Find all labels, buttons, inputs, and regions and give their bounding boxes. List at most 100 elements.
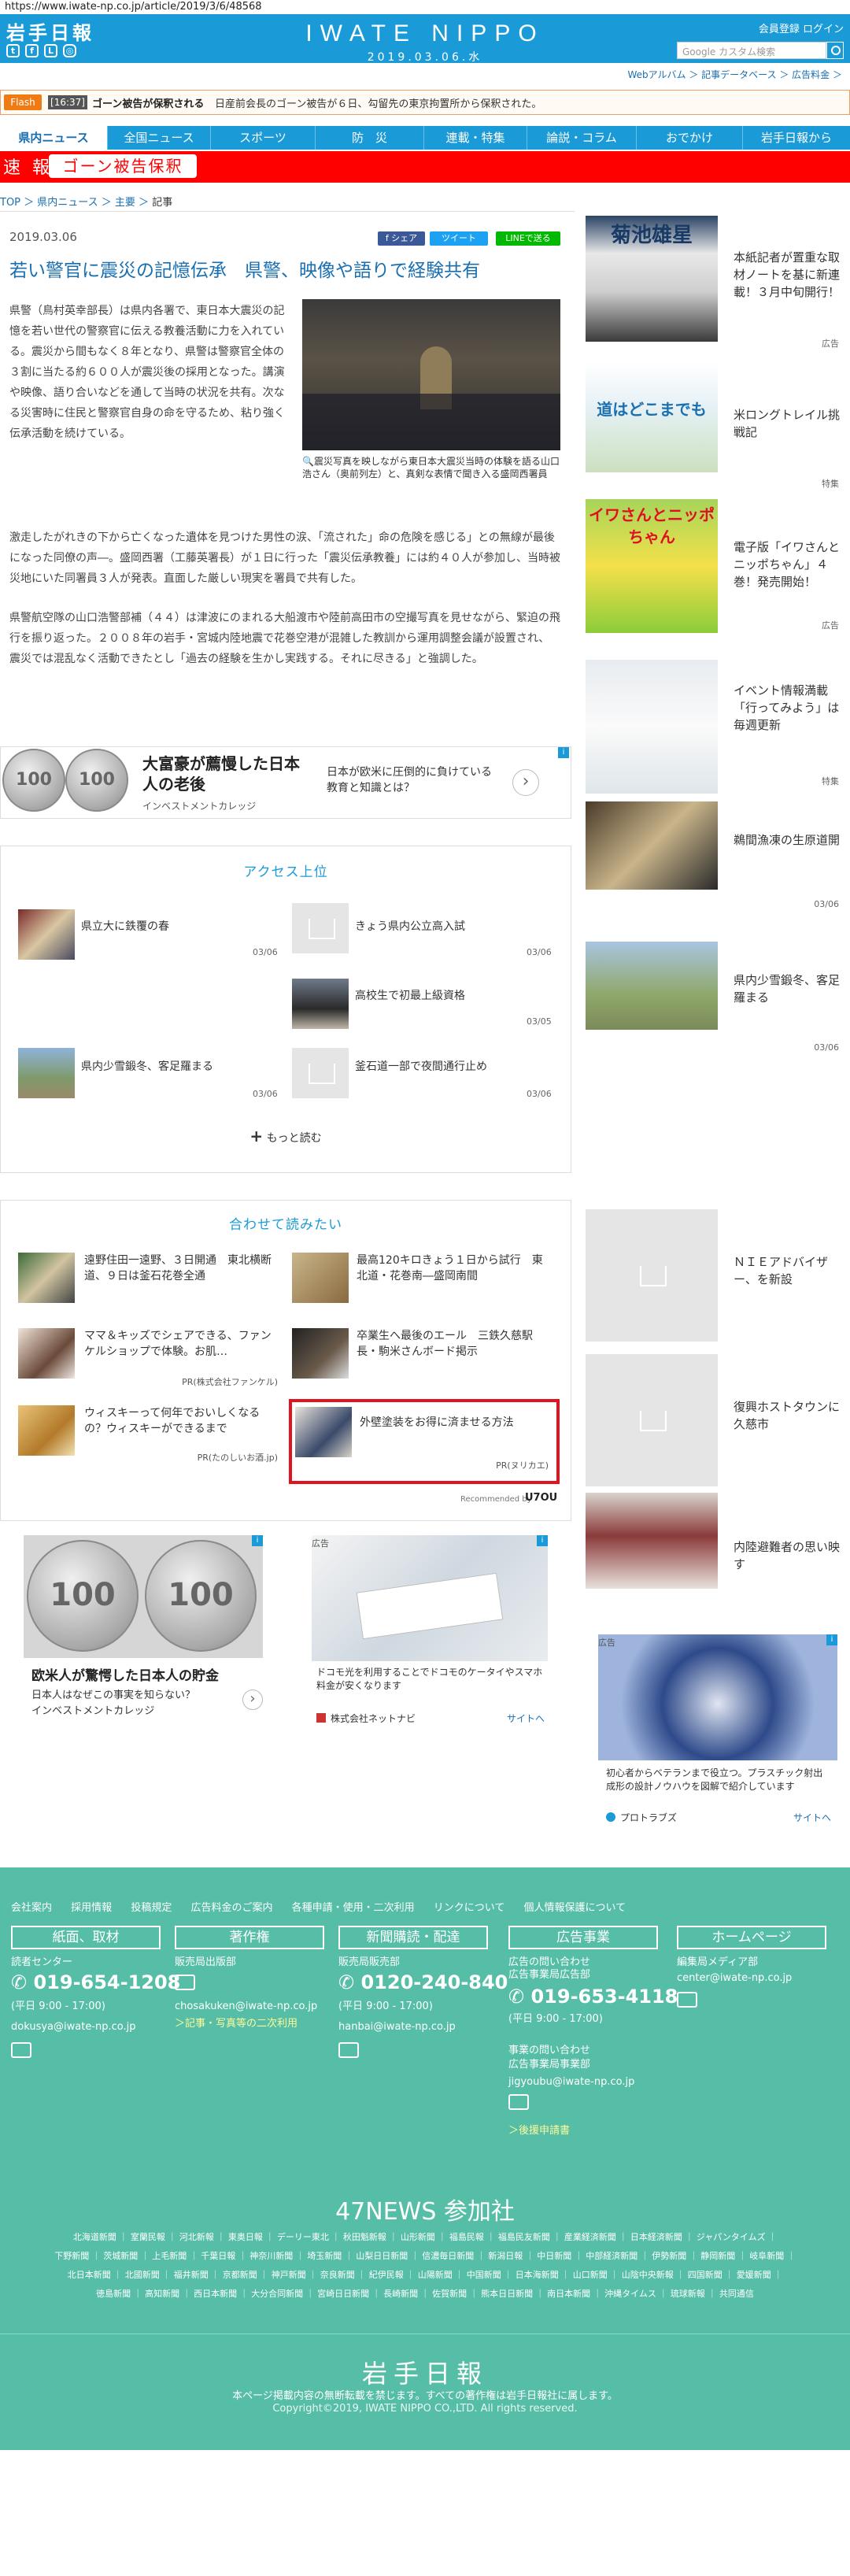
- mail-icon[interactable]: [508, 2094, 529, 2110]
- footer-link-company[interactable]: 会社案内: [11, 1902, 52, 1914]
- ranking-item-5[interactable]: 釜石道一部で夜間通行止め: [355, 1059, 487, 1075]
- recommend-item-6[interactable]: 外壁塗装をお得に済ませる方法: [360, 1415, 549, 1430]
- recommend-thumb-5[interactable]: [18, 1405, 75, 1456]
- mail-icon[interactable]: [11, 2042, 31, 2058]
- sidebar-thumb-8[interactable]: [586, 1354, 718, 1486]
- footer-link-linking[interactable]: リンクについて: [434, 1902, 505, 1914]
- sidebar-thumb-6[interactable]: [586, 942, 718, 1030]
- recommend-thumb-3[interactable]: [18, 1328, 75, 1379]
- ranking-thumb-4[interactable]: [18, 1048, 75, 1098]
- ranking-item-3[interactable]: 高校生で初最上級資格: [355, 988, 465, 1004]
- recommend-item-1[interactable]: 遠野住田一遠野、３日開通 東北横断道、９日は釜石花巻全通: [84, 1253, 281, 1284]
- nav-item-disaster[interactable]: 防 災: [315, 126, 423, 150]
- ranking-item-1[interactable]: 県立大に鉄覆の春: [81, 919, 169, 935]
- reader-center-phone[interactable]: ✆ 019-654-1208: [11, 1971, 180, 1993]
- papers-row-2[interactable]: 下野新聞 ｜ 茨城新聞 ｜ 上毛新聞 ｜ 千葉日報 ｜ 神奈川新聞 ｜ 埼玉新聞…: [0, 2247, 850, 2266]
- nav-item-sports[interactable]: スポーツ: [210, 126, 315, 150]
- sidebar-thumb-4[interactable]: [586, 660, 718, 794]
- recommend-thumb-6[interactable]: [295, 1407, 352, 1457]
- recommend-thumb-4[interactable]: [292, 1328, 349, 1379]
- nav-item-national[interactable]: 全国ニュース: [107, 126, 210, 150]
- account-links[interactable]: 会員登録 ログイン: [759, 20, 844, 35]
- adchoices-icon[interactable]: i: [826, 1634, 837, 1645]
- nav-item-outing[interactable]: おでかけ: [636, 126, 742, 150]
- adchoices-icon[interactable]: i: [558, 747, 569, 758]
- line-share-button[interactable]: LINEで送る: [496, 231, 560, 246]
- sidebar-item-5[interactable]: 鵜間漁凍の生原道開: [734, 831, 844, 849]
- search-input[interactable]: Google カスタム検索: [677, 42, 826, 59]
- sidebar-item-4[interactable]: イベント情報満載「行ってみよう」は毎週更新: [734, 682, 844, 734]
- footer-link-recruit[interactable]: 採用情報: [71, 1902, 112, 1914]
- sidebar-item-8[interactable]: 復興ホストタウンに久慈市: [734, 1398, 844, 1433]
- ad-banner-2[interactable]: 100 100 i 欧米人が驚愕した日本人の貯金 日本人はなぜこの事実を知らない…: [24, 1535, 263, 1734]
- tweet-button[interactable]: ツイート: [430, 231, 488, 246]
- ad3-link[interactable]: サイトへ: [507, 1712, 545, 1725]
- ad2-arrow-button[interactable]: ›: [242, 1690, 263, 1710]
- footer-link-ad-rates[interactable]: 広告料金のご案内: [190, 1902, 272, 1914]
- nav-item-series[interactable]: 連載・特集: [423, 126, 527, 150]
- recommend-thumb-2[interactable]: [292, 1253, 349, 1303]
- footer-link-applications[interactable]: 各種申請・使用・二次利用: [292, 1902, 415, 1914]
- sidebar-item-7[interactable]: ＮＩＥアドバイザー、を新設: [734, 1253, 844, 1288]
- nav-item-local[interactable]: 県内ニュース: [0, 126, 107, 150]
- footer-links[interactable]: 会社案内 採用情報 投稿規定 広告料金のご案内 各種申請・使用・二次利用 リンク…: [11, 1899, 626, 1914]
- nav-item-from-nippo[interactable]: 岩手日報から: [742, 126, 850, 150]
- ranking-item-2[interactable]: きょう県内公立高入試: [355, 919, 465, 935]
- uzou-logo[interactable]: U7OU: [525, 1492, 557, 1504]
- sidebar-item-3[interactable]: 電子版「イワさんとニッポちゃん」４巻！発売開始！: [734, 539, 844, 590]
- ad-headline[interactable]: 大富豪が薦慢した日本人の老後: [142, 753, 300, 794]
- breadcrumb-local[interactable]: 県内ニュース: [37, 197, 98, 209]
- papers-row-1[interactable]: 北海道新聞 ｜ 室蘭民報 ｜ 河北新報 ｜ 東奥日報 ｜ デーリー東北 ｜ 秋田…: [0, 2228, 850, 2247]
- sidebar-thumb-7[interactable]: [586, 1209, 718, 1342]
- search-icon[interactable]: [826, 42, 844, 59]
- breadcrumb-main[interactable]: 主要: [115, 197, 135, 209]
- sidebar-item-9[interactable]: 内陸避難者の思い映す: [734, 1538, 844, 1573]
- sidebar-item-2[interactable]: 米ロングトレイル挑戦記: [734, 406, 844, 441]
- mail-icon[interactable]: [338, 2042, 359, 2058]
- ad-phone[interactable]: ✆ 019-653-4118: [508, 1986, 678, 2008]
- sales-phone[interactable]: ✆ 0120-240-840: [338, 1971, 508, 1993]
- sidebar-thumb-1[interactable]: 菊池雄星: [586, 216, 718, 342]
- sidebar-item-1[interactable]: 本紙記者が置重な取材ノートを基に新連載！３月中旬開行！: [734, 249, 844, 301]
- media-dept-email[interactable]: center@iwate-np.co.jp: [677, 1971, 792, 1986]
- ad-arrow-button[interactable]: ›: [512, 769, 539, 796]
- ranking-item-4[interactable]: 県内少雪鍛冬、客足羅まる: [81, 1059, 213, 1075]
- ranking-thumb-5[interactable]: [292, 1048, 349, 1098]
- ranking-thumb-1[interactable]: [18, 909, 75, 960]
- sidebar-thumb-5[interactable]: [586, 801, 718, 890]
- sponsorship-link[interactable]: ＞後援申請書: [508, 2124, 570, 2138]
- recommend-item-3[interactable]: ママ＆キッズでシェアできる、ファンケルショップで体験。お肌…: [84, 1328, 281, 1360]
- sub-links[interactable]: Webアルバム ＞ 記事データベース ＞ 広告料金 ＞: [627, 68, 842, 81]
- flash-news[interactable]: Flash [16:37] ゴーン被告が保釈される 日産前会長のゴーン被告が６日…: [0, 90, 850, 115]
- copyright-email[interactable]: chosakuken@iwate-np.co.jp: [175, 2000, 317, 2014]
- breaking-headline[interactable]: ゴーン被告保釈: [49, 154, 197, 178]
- mail-icon[interactable]: [175, 1975, 195, 1990]
- recommend-highlight-box[interactable]: 外壁塗装をお得に済ませる方法 PR(ヌリカエ): [289, 1399, 560, 1484]
- member-papers[interactable]: 北海道新聞 ｜ 室蘭民報 ｜ 河北新報 ｜ 東奥日報 ｜ デーリー東北 ｜ 秋田…: [0, 2228, 850, 2304]
- adchoices-icon[interactable]: i: [537, 1535, 548, 1546]
- event-email[interactable]: jigyoubu@iwate-np.co.jp: [508, 2075, 634, 2089]
- footer-logo[interactable]: 岩手日報: [0, 2354, 850, 2390]
- footer-link-privacy[interactable]: 個人情報保護について: [524, 1902, 626, 1914]
- ad-banner-4[interactable]: 広告 i 初心者からベテランまで役立つ。プラスチック射出成形の設計ノウハウを図解…: [598, 1634, 837, 1831]
- recommend-item-2[interactable]: 最高120キロきょう１日から試行 東北道・花巻南―盛岡南間: [357, 1253, 553, 1284]
- sidebar-thumb-3[interactable]: イワさんとニッポちゃん: [586, 499, 718, 633]
- more-link[interactable]: + もっと読む: [1, 1127, 571, 1146]
- facebook-share-button[interactable]: f シェア: [378, 231, 425, 246]
- recommend-thumb-1[interactable]: [18, 1253, 75, 1303]
- flash-headline[interactable]: ゴーン被告が保釈される: [92, 95, 204, 110]
- reader-center-email[interactable]: dokusya@iwate-np.co.jp: [11, 2020, 136, 2034]
- ad-banner-1[interactable]: 100 100 大富豪が薦慢した日本人の老後 インベストメントカレッジ 日本が欧…: [0, 746, 571, 819]
- ad4-link[interactable]: サイトへ: [793, 1811, 831, 1824]
- papers-row-4[interactable]: 徳島新聞 ｜ 高知新聞 ｜ 西日本新聞 ｜ 大分合同新聞 ｜ 宮崎日日新聞 ｜ …: [0, 2285, 850, 2304]
- ranking-thumb-3[interactable]: [292, 979, 349, 1029]
- nav-item-column[interactable]: 論説・コラム: [527, 126, 636, 150]
- sidebar-thumb-9[interactable]: [586, 1493, 718, 1589]
- sales-email[interactable]: hanbai@iwate-np.co.jp: [338, 2020, 456, 2034]
- footer-link-post[interactable]: 投稿規定: [131, 1902, 172, 1914]
- breadcrumb-top[interactable]: TOP: [0, 197, 20, 209]
- sidebar-item-6[interactable]: 県内少雪鍛冬、客足羅まる: [734, 972, 844, 1006]
- ranking-thumb-2[interactable]: [292, 903, 349, 953]
- ad2-headline[interactable]: 欧米人が驚愕した日本人の貯金: [31, 1664, 219, 1684]
- mail-icon[interactable]: [677, 1992, 697, 2008]
